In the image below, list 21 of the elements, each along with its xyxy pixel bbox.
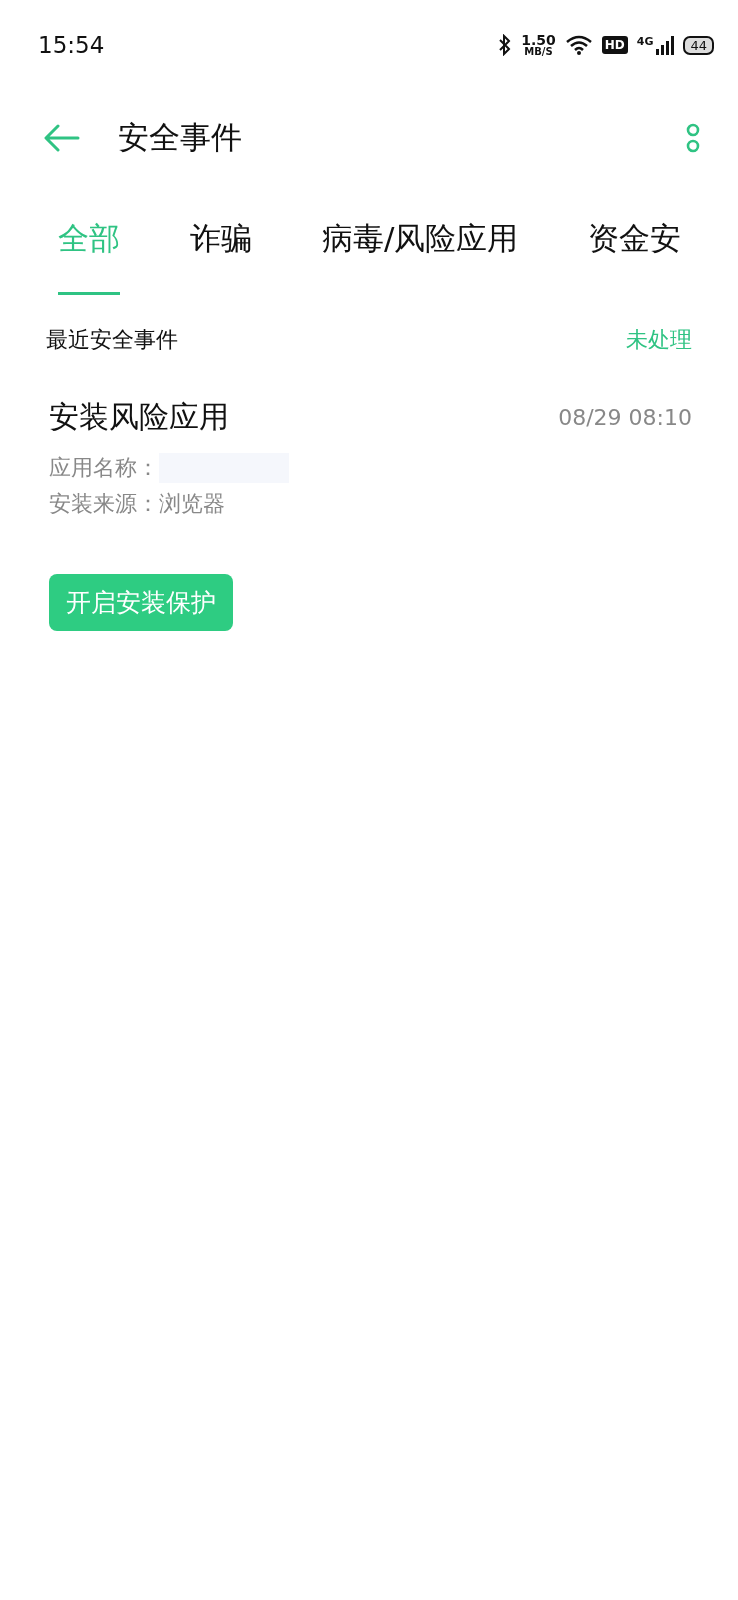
event-title: 安装风险应用	[49, 398, 229, 436]
event-time: 08/29 08:10	[558, 405, 692, 430]
category-tab[interactable]: 病毒/风险应用	[322, 208, 519, 295]
more-menu-icon[interactable]	[686, 123, 700, 153]
category-tab[interactable]: 资金安	[588, 208, 682, 295]
network-label: 4G	[636, 35, 654, 48]
detail-label: 应用名称：	[49, 454, 159, 482]
hd-badge: HD	[601, 36, 628, 54]
speed-unit: MB/S	[524, 47, 553, 57]
bluetooth-icon	[498, 34, 513, 56]
page-title: 安全事件	[118, 118, 242, 157]
battery-indicator: 44	[683, 35, 714, 55]
section-title: 最近安全事件	[46, 326, 178, 354]
status-time: 15:54	[38, 32, 105, 58]
category-tab[interactable]: 诈骗	[190, 208, 252, 295]
detail-value: 浏览器	[159, 490, 225, 518]
wifi-icon	[564, 34, 593, 56]
signal-icon	[656, 35, 675, 55]
detail-label: 安装来源：	[49, 490, 159, 518]
speed-value: 1.50	[521, 33, 556, 47]
back-arrow-icon[interactable]	[44, 124, 80, 152]
